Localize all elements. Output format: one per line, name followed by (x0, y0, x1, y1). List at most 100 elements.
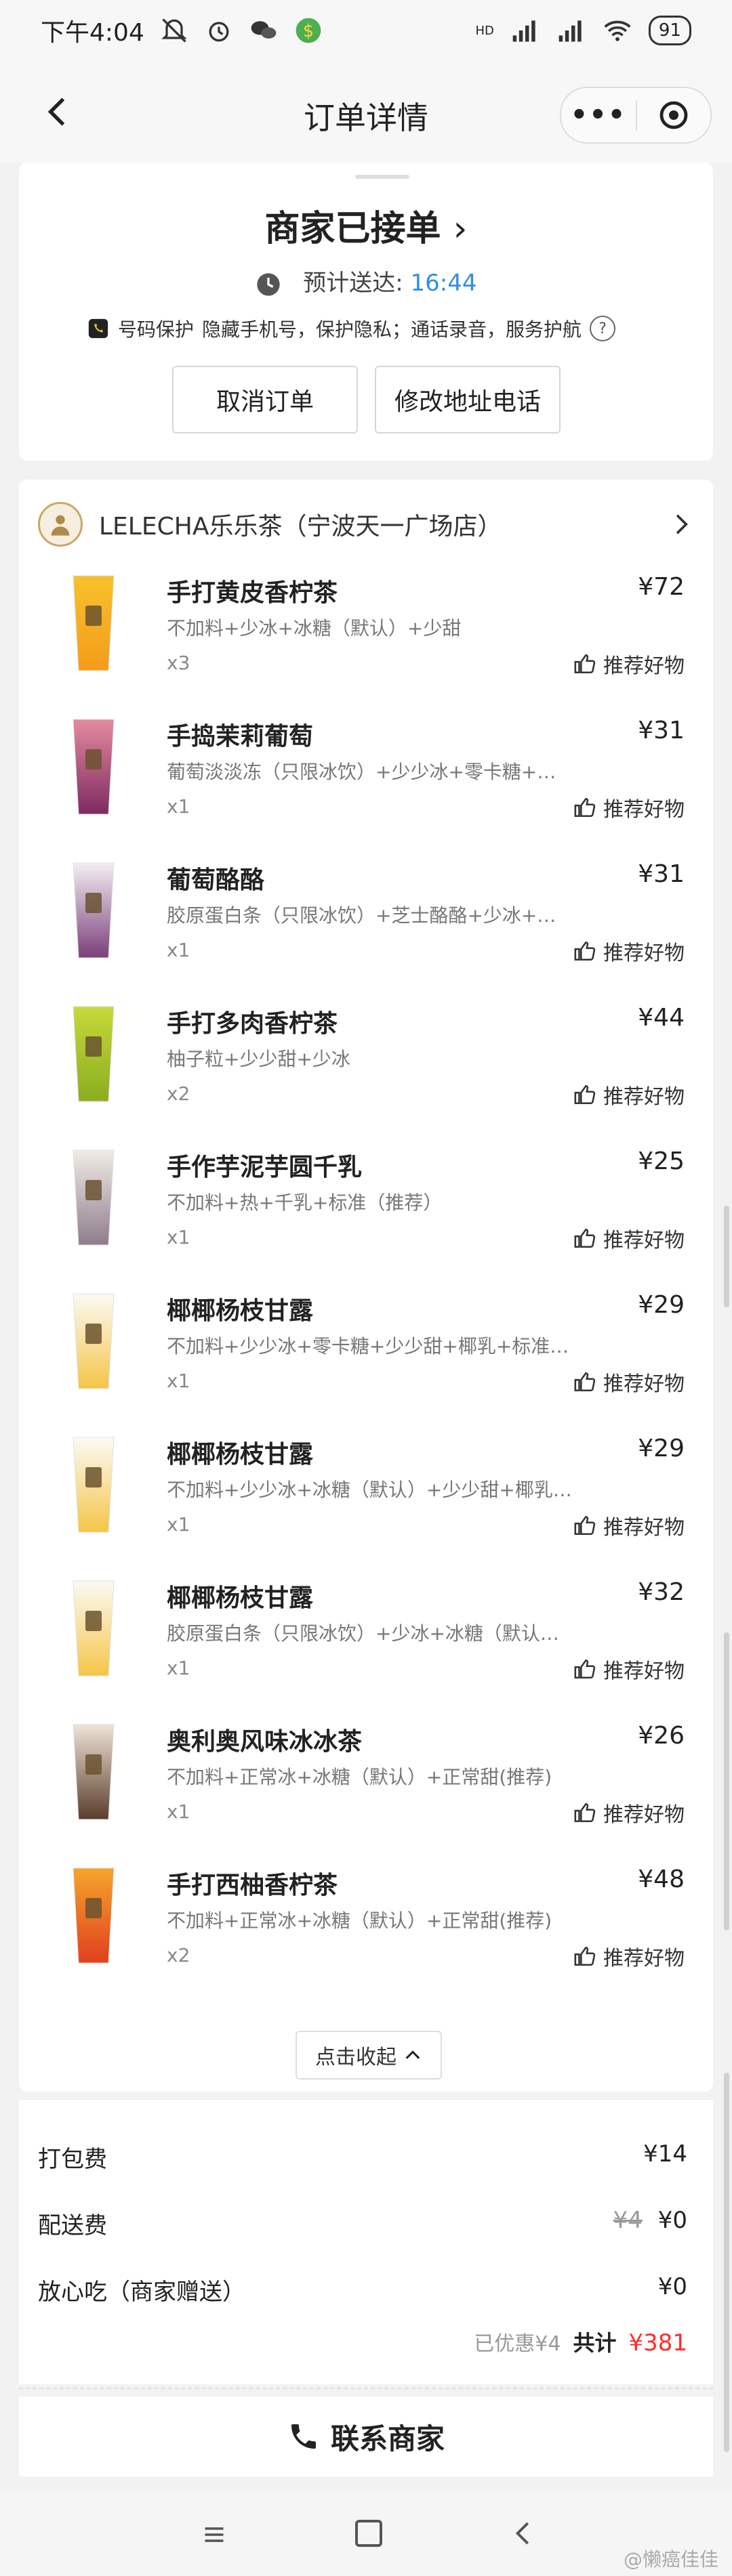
modify-address-button[interactable]: 修改地址电话 (375, 366, 561, 434)
order-item-row[interactable]: 椰椰杨枝甘露 ¥29 不加料+少少冰+零卡糖+少少甜+椰乳+标准… x1 推荐好物 (19, 1283, 713, 1427)
contact-merchant-button[interactable]: 联系商家 (19, 2396, 713, 2476)
thumbs-up-icon (574, 1659, 596, 1679)
shop-name: LELECHA乐乐茶（宁波天一广场店） (99, 513, 502, 541)
recommend-button[interactable]: 推荐好物 (573, 1511, 685, 1540)
item-price: ¥25 (638, 1147, 685, 1175)
total-value: ¥381 (628, 2329, 687, 2357)
nav-bar: 订单详情 ••• (0, 61, 732, 163)
clock-icon (257, 272, 281, 296)
menu-icon[interactable] (201, 2522, 228, 2547)
recommend-label: 推荐好物 (603, 1085, 685, 1109)
order-item-row[interactable]: 椰椰杨枝甘露 ¥29 不加料+少少冰+冰糖（默认）+少少甜+椰乳… x1 推荐好物 (19, 1427, 713, 1570)
scrollbar-thumb[interactable] (724, 1632, 729, 1930)
order-item-row[interactable]: 手打多肉香柠茶 ¥44 柚子粒+少少甜+少冰 x2 推荐好物 (19, 996, 713, 1139)
recommend-button[interactable]: 推荐好物 (573, 1367, 685, 1397)
delivery-fee-label: 配送费 (38, 2212, 107, 2239)
drink-image (73, 1149, 115, 1246)
app-notification-icon: $ (296, 18, 321, 43)
recommend-button[interactable]: 推荐好物 (573, 1080, 685, 1110)
item-quantity: x1 (167, 1513, 190, 1536)
gift-value: ¥0 (657, 2273, 687, 2300)
recommend-button[interactable]: 推荐好物 (573, 1654, 685, 1684)
drag-handle[interactable] (355, 175, 409, 179)
item-spec: 不加料+少少冰+零卡糖+少少甜+椰乳+标准… (167, 1335, 569, 1357)
packing-fee-row: 打包费 ¥14 (38, 2140, 687, 2174)
item-price: ¥26 (638, 1722, 685, 1750)
item-quantity: x1 (167, 939, 190, 961)
chevron-right-icon (676, 514, 688, 534)
scrollbar-thumb-lower[interactable] (724, 2073, 729, 2452)
drink-image (73, 1293, 115, 1389)
system-nav-bar (0, 2493, 732, 2576)
item-spec: 不加料+热+千乳+标准（推荐） (167, 1191, 443, 1214)
svg-text:$: $ (303, 21, 314, 41)
eta-time: 16:44 (410, 270, 477, 297)
order-status-title[interactable]: 商家已接单 › (19, 200, 713, 251)
recommend-label: 推荐好物 (603, 1803, 685, 1827)
order-status-card: 商家已接单 › 预计送达: 16:44 号码保护 隐藏手机号，保护隐私；通话录音… (19, 163, 713, 461)
item-quantity: x1 (167, 1226, 190, 1248)
item-price: ¥31 (638, 860, 685, 888)
privacy-text: 隐藏手机号，保护隐私；通话录音，服务护航 (202, 318, 582, 341)
delivery-fee-original: ¥4 (613, 2207, 643, 2234)
help-icon[interactable]: ? (590, 316, 616, 341)
close-mini-program-button[interactable] (637, 99, 710, 131)
privacy-row[interactable]: 号码保护 隐藏手机号，保护隐私；通话录音，服务护航 ? (87, 315, 616, 342)
alarm-icon (209, 22, 229, 42)
item-name: 手捣茉莉葡萄 (167, 723, 314, 751)
item-price: ¥31 (638, 717, 685, 744)
order-item-row[interactable]: 椰椰杨枝甘露 ¥32 胶原蛋白条（只限冰饮）+少冰+冰糖（默认… x1 推荐好物 (19, 1570, 713, 1714)
order-item-row[interactable]: 手打黄皮香柠茶 ¥72 不加料+少冰+冰糖（默认）+少甜 x3 推荐好物 (19, 565, 713, 709)
item-name: 手打黄皮香柠茶 (167, 579, 338, 607)
recommend-button[interactable]: 推荐好物 (573, 793, 685, 822)
drink-image (73, 1867, 115, 1964)
delivery-fee-value: ¥0 (657, 2207, 687, 2234)
home-icon[interactable] (355, 2520, 382, 2547)
order-item-row[interactable]: 手打西柚香柠茶 ¥48 不加料+正常冰+冰糖（默认）+正常甜(推荐) x2 推荐好物 (19, 1857, 713, 2001)
back-triangle-icon[interactable] (510, 2518, 537, 2548)
order-item-row[interactable]: 手作芋泥芋圆千乳 ¥25 不加料+热+千乳+标准（推荐） x1 推荐好物 (19, 1139, 713, 1283)
thumbs-up-icon (574, 1515, 596, 1536)
contact-label: 联系商家 (330, 2422, 445, 2455)
recommend-button[interactable]: 推荐好物 (573, 1798, 685, 1828)
signal-icon-2 (558, 20, 582, 42)
item-quantity: x2 (167, 1944, 190, 1966)
recommend-label: 推荐好物 (603, 1229, 685, 1252)
thumbs-up-icon (574, 941, 596, 961)
item-quantity: x2 (167, 1082, 190, 1105)
item-price: ¥29 (638, 1291, 685, 1319)
item-spec: 胶原蛋白条（只限冰饮）+少冰+冰糖（默认… (167, 1622, 559, 1645)
item-name: 椰椰杨枝甘露 (167, 1441, 314, 1469)
order-item-row[interactable]: 奥利奥风味冰冰茶 ¥26 不加料+正常冰+冰糖（默认）+正常甜(推荐) x1 推荐好物 (19, 1714, 713, 1857)
collapse-label: 点击收起 (315, 2046, 396, 2069)
item-spec: 柚子粒+少少甜+少冰 (167, 1048, 350, 1070)
item-spec: 不加料+正常冰+冰糖（默认）+正常甜(推荐) (167, 1909, 552, 1932)
collapse-button[interactable]: 点击收起 (296, 2031, 442, 2079)
watermark: @懒癌佳佳 (623, 2548, 718, 2571)
shop-logo (38, 502, 83, 547)
item-spec: 胶原蛋白条（只限冰饮）+芝士酪酪+少冰+… (167, 904, 556, 927)
delivery-fee-values: ¥4 ¥0 (613, 2207, 687, 2234)
drink-image (73, 719, 115, 815)
phone-icon (291, 2424, 316, 2449)
item-name: 葡萄酪酪 (167, 866, 265, 894)
thumbs-up-icon (574, 797, 596, 818)
cancel-order-button[interactable]: 取消订单 (172, 366, 358, 434)
order-item-row[interactable]: 手捣茉莉葡萄 ¥31 葡萄淡淡冻（只限冰饮）+少少冰+零卡糖+… x1 推荐好物 (19, 709, 713, 852)
thumbs-up-icon (574, 1802, 596, 1823)
item-price: ¥48 (638, 1865, 685, 1893)
order-item-row[interactable]: 葡萄酪酪 ¥31 胶原蛋白条（只限冰饮）+芝士酪酪+少冰+… x1 推荐好物 (19, 852, 713, 996)
drink-image (73, 1580, 115, 1676)
recommend-button[interactable]: 推荐好物 (573, 936, 685, 966)
more-menu-icon[interactable]: ••• (561, 100, 636, 131)
recommend-label: 推荐好物 (603, 798, 685, 822)
item-name: 手作芋泥芋圆千乳 (167, 1154, 363, 1181)
recommend-button[interactable]: 推荐好物 (573, 1941, 685, 1971)
recommend-button[interactable]: 推荐好物 (573, 1223, 685, 1253)
phone-shield-icon (88, 318, 108, 339)
item-spec: 不加料+少少冰+冰糖（默认）+少少甜+椰乳… (167, 1479, 572, 1501)
recommend-button[interactable]: 推荐好物 (573, 649, 685, 679)
recommend-label: 推荐好物 (603, 942, 685, 965)
shop-header[interactable]: LELECHA乐乐茶（宁波天一广场店） (38, 497, 694, 551)
scrollbar-track[interactable] (724, 1206, 729, 1307)
